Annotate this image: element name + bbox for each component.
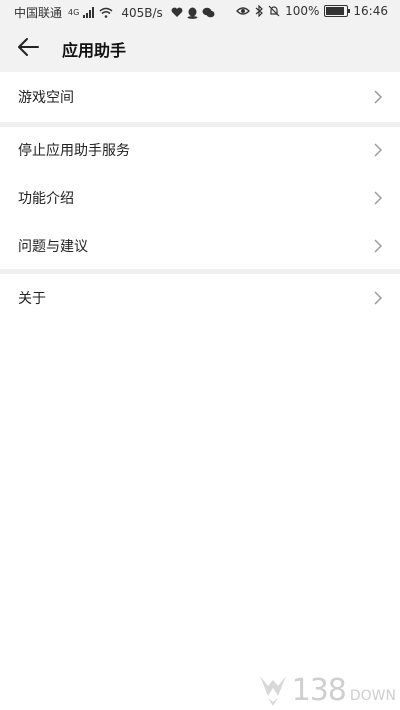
settings-group-2: 停止应用助手服务 功能介绍 问题与建议 (0, 127, 400, 269)
eye-icon (236, 4, 251, 18)
app-bar: 应用助手 (0, 22, 400, 72)
status-bar: 中国联通 4G 405B/s 100% 16:46 (0, 0, 400, 22)
back-arrow-icon (18, 38, 39, 56)
settings-group-1: 游戏空间 (0, 72, 400, 122)
signal-icon (83, 6, 95, 20)
wechat-icon (202, 6, 215, 20)
watermark: 138 DOWN (258, 673, 396, 708)
list-item-label: 关于 (18, 291, 46, 307)
list-item-about[interactable]: 关于 (0, 275, 400, 321)
chevron-right-icon (374, 239, 383, 253)
net-speed: 405B/s (121, 5, 163, 20)
watermark-suffix: DOWN (349, 688, 396, 704)
page-title: 应用助手 (62, 41, 127, 60)
battery-icon (324, 5, 351, 17)
network-type: 4G (68, 8, 80, 17)
list-item-label: 问题与建议 (18, 239, 88, 255)
clock: 16:46 (353, 4, 388, 18)
heart-icon (171, 6, 183, 20)
carrier-label: 中国联通 (14, 6, 63, 20)
list-item-label: 停止应用助手服务 (18, 143, 130, 159)
chevron-right-icon (374, 191, 383, 205)
battery-percent: 100% (285, 4, 320, 18)
mute-bell-icon (268, 4, 280, 18)
qq-icon (187, 6, 198, 20)
chevron-right-icon (374, 143, 383, 157)
watermark-number: 138 (291, 673, 347, 708)
chevron-right-icon (374, 291, 383, 305)
chevron-right-icon (374, 90, 383, 104)
bluetooth-icon (255, 4, 263, 18)
wifi-icon (99, 6, 113, 20)
list-item-stop-service[interactable]: 停止应用助手服务 (0, 127, 400, 173)
watermark-logo-icon (259, 676, 286, 706)
network-4g-icon: 4G (68, 6, 79, 20)
list-item-label: 游戏空间 (18, 90, 74, 106)
list-item-feedback[interactable]: 问题与建议 (0, 223, 400, 269)
settings-group-3: 关于 (0, 274, 400, 322)
list-item-game-space[interactable]: 游戏空间 (0, 74, 400, 120)
list-item-feature-intro[interactable]: 功能介绍 (0, 175, 400, 221)
list-item-label: 功能介绍 (18, 191, 74, 207)
back-button[interactable] (10, 33, 46, 61)
